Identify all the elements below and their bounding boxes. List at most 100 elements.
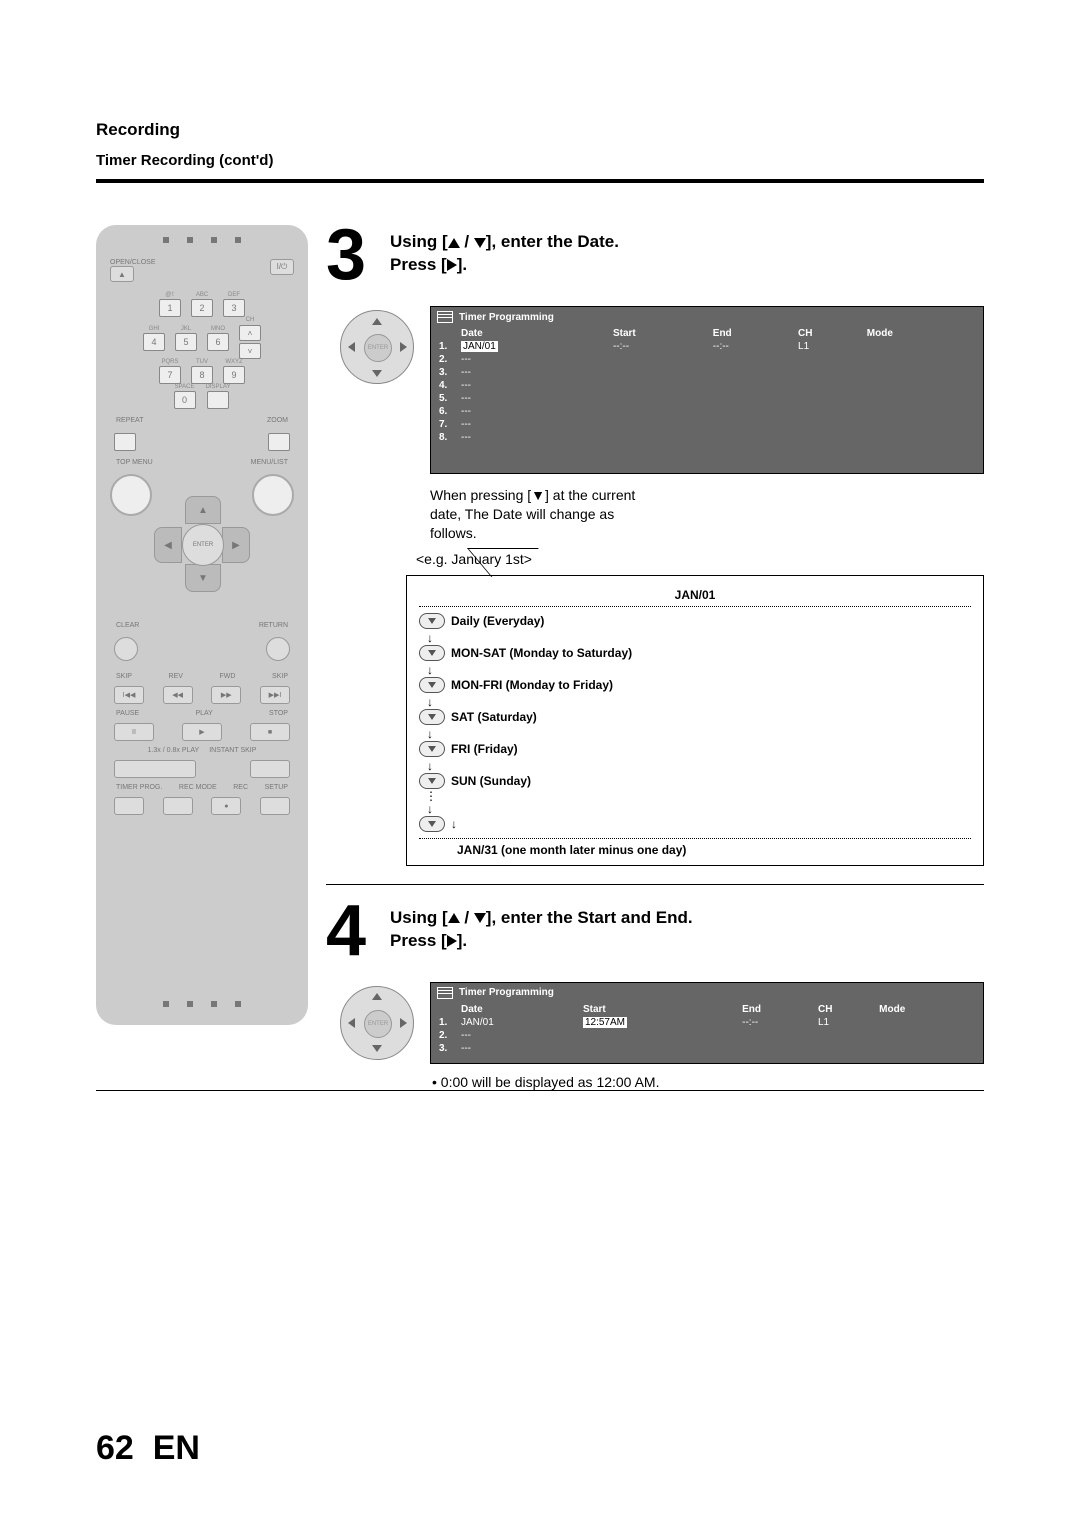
key-label: GHI (149, 326, 160, 332)
osd-screen-step4: Timer Programming DateStartEndCHMode 1.J… (430, 982, 984, 1064)
table-row: 7.--- (437, 418, 977, 431)
down-button-icon (419, 613, 445, 629)
zoom-button (268, 433, 290, 451)
table-row: 3.--- (437, 1042, 977, 1055)
down-arrow-icon: ↓ (427, 631, 971, 645)
down-arrow-icon: ↓ (451, 817, 457, 831)
repeat-label: REPEAT (116, 417, 144, 424)
col-ch: CH (816, 1003, 877, 1016)
option-label: MON-SAT (Monday to Saturday) (451, 646, 632, 660)
option-row: Daily (Everyday) (419, 613, 971, 629)
key-1: 1 (159, 299, 181, 317)
list-icon (437, 311, 453, 323)
option-row: MON-FRI (Monday to Friday) (419, 677, 971, 693)
key-0: 0 (174, 391, 196, 409)
remote-control-diagram: OPEN/CLOSE ▲ I/⏻ @!:1ABC2DEF3GHI4JKL5MNO… (96, 225, 308, 1025)
down-button-icon (419, 773, 445, 789)
step-separator (326, 884, 984, 885)
step-number-3: 3 (326, 225, 378, 286)
option-row: SAT (Saturday) (419, 709, 971, 725)
right-icon (447, 259, 457, 271)
open-close-label: OPEN/CLOSE (110, 259, 156, 266)
down-button-icon (419, 645, 445, 661)
table-row: 3.--- (437, 366, 977, 379)
col-mode: Mode (877, 1003, 977, 1016)
timer-table-step4: DateStartEndCHMode 1.JAN/0112:57AM--:--L… (437, 1003, 977, 1055)
enter-button: ENTER (182, 524, 224, 566)
eject-button: ▲ (110, 266, 134, 282)
option-label: SUN (Sunday) (451, 774, 531, 788)
col-end: End (711, 327, 796, 340)
col-mode: Mode (865, 327, 977, 340)
key-3: 3 (223, 299, 245, 317)
step-number-4: 4 (326, 901, 378, 962)
clear-label: CLEAR (116, 622, 139, 629)
top-menu-button (110, 474, 152, 516)
key-label: ABC (196, 292, 208, 298)
up-icon (448, 238, 460, 248)
timer-table-step3: DateStartEndCHMode 1.JAN/01--:----:--L12… (437, 327, 977, 444)
key-2: 2 (191, 299, 213, 317)
col-ch: CH (796, 327, 865, 340)
key-label: WXYZ (225, 359, 242, 365)
power-button: I/⏻ (270, 259, 294, 275)
col-start: Start (581, 1003, 740, 1016)
osd-title: Timer Programming (459, 987, 554, 998)
option-bottom: JAN/31 (one month later minus one day) (419, 838, 971, 857)
dpad-mini-icon: ENTER (340, 310, 414, 384)
down-button-icon (419, 677, 445, 693)
ch-up: ˄ (239, 325, 261, 341)
key-8: 8 (191, 366, 213, 384)
option-row: SUN (Sunday) (419, 773, 971, 789)
down-arrow-icon: ↓ (427, 663, 971, 677)
down-arrow-icon: ↓ (427, 727, 971, 741)
transport-controls: SKIPREVFWDSKIP I◀◀◀◀▶▶▶▶I PAUSEPLAYSTOP … (108, 671, 296, 815)
return-button (266, 637, 290, 661)
col-date: Date (459, 327, 611, 340)
option-label: SAT (Saturday) (451, 710, 537, 724)
menu-list-label: MENU/LIST (251, 459, 288, 466)
dpad-right: ▶ (222, 527, 250, 563)
table-row: 2.--- (437, 1029, 977, 1042)
key-7: 7 (159, 366, 181, 384)
table-row: 4.--- (437, 379, 977, 392)
return-label: RETURN (259, 622, 288, 629)
dpad-left: ◀ (154, 527, 182, 563)
down-icon (474, 238, 486, 248)
table-row: 8.--- (437, 431, 977, 444)
key-label: TUV (196, 359, 208, 365)
step-4-note: • 0:00 will be displayed as 12:00 AM. (432, 1074, 984, 1090)
col-date: Date (459, 1003, 581, 1016)
col-start: Start (611, 327, 711, 340)
step-3: 3 Using [ / ], enter the Date. Press []. (326, 225, 984, 286)
list-icon (437, 987, 453, 999)
down-button-icon (419, 709, 445, 725)
osd-title: Timer Programming (459, 312, 554, 323)
dpad-mini-icon: ENTER (340, 986, 414, 1060)
subsection-heading: Timer Recording (cont'd) (96, 152, 984, 169)
page-footer: 62 EN (96, 1429, 200, 1468)
option-row: FRI (Friday) (419, 741, 971, 757)
ch-down: ˅ (239, 343, 261, 359)
key-label: DEF (228, 292, 240, 298)
option-label: FRI (Friday) (451, 742, 518, 756)
key-5: 5 (175, 333, 197, 351)
dpad-down: ▼ (185, 564, 221, 592)
down-arrow-icon: ↓ (427, 695, 971, 709)
table-row: 1.JAN/01--:----:--L1 (437, 340, 977, 353)
down-button-icon (419, 816, 445, 832)
table-row: 6.--- (437, 405, 977, 418)
remote-column: OPEN/CLOSE ▲ I/⏻ @!:1ABC2DEF3GHI4JKL5MNO… (96, 225, 308, 1090)
dpad: ▲ ▼ ◀ ▶ ENTER (154, 496, 250, 592)
right-icon (447, 935, 457, 947)
key-label: @!: (165, 292, 174, 298)
instructions-column: 3 Using [ / ], enter the Date. Press [].… (326, 225, 984, 1090)
dpad-up: ▲ (185, 496, 221, 524)
step-4-text: Using [ / ], enter the Start and End. Pr… (390, 907, 693, 962)
option-top: JAN/01 (419, 588, 971, 607)
up-icon (448, 913, 460, 923)
date-note: When pressing [▼] at the current date, T… (430, 486, 660, 543)
key-6: 6 (207, 333, 229, 351)
step-4-screen-row: ENTER Timer Programming DateStartEndCHMo… (340, 982, 984, 1064)
col-end: End (740, 1003, 816, 1016)
